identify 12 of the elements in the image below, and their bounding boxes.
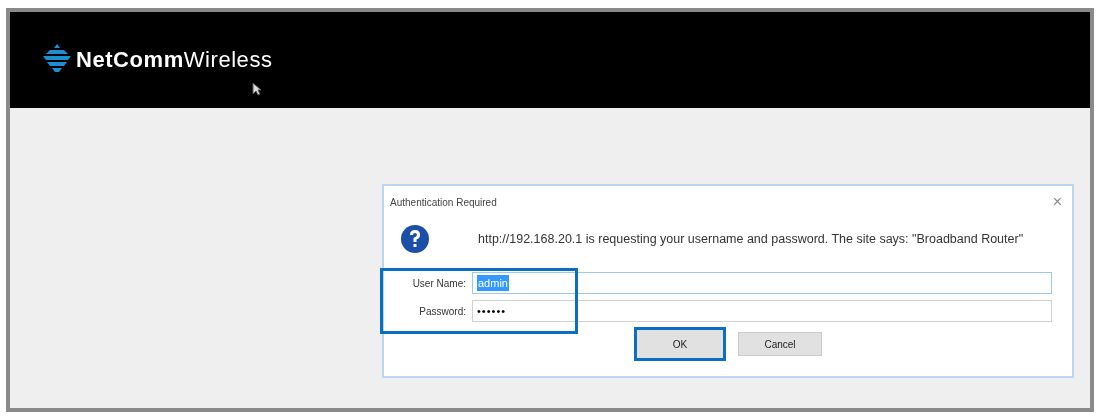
field-label: User Name: <box>411 276 467 291</box>
close-button[interactable]: × <box>1048 194 1066 210</box>
input-field[interactable]: •••••• <box>472 300 1052 322</box>
cursor-icon <box>252 82 262 96</box>
brand-logo: NetCommWireless <box>76 46 273 74</box>
dialog-button[interactable]: OK <box>634 327 726 361</box>
dialog-title: Authentication Required <box>390 195 497 210</box>
wifi-logo-icon <box>42 42 72 74</box>
auth-message: http://192.168.20.1 is requesting your username and password. The site says: "Broadband Router" <box>478 230 1024 248</box>
help-icon <box>400 224 430 254</box>
field-label: Password: <box>418 304 467 319</box>
dialog-button[interactable]: Cancel <box>738 332 822 356</box>
